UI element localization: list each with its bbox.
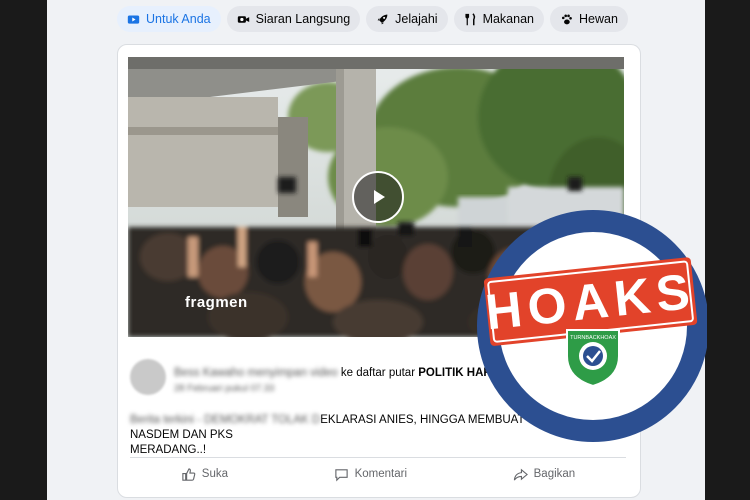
tab-makanan[interactable]: Makanan	[453, 6, 544, 32]
action-text-blurred: menyimpan video	[247, 367, 338, 379]
video-camera-icon	[237, 15, 249, 23]
comment-icon	[334, 468, 348, 481]
tab-label: Siaran Langsung	[255, 12, 351, 26]
rocket-icon	[377, 14, 388, 24]
play-icon	[374, 190, 385, 204]
feed-tabs: Untuk Anda Siaran Langsung Jelajahi Maka…	[117, 6, 628, 34]
like-label: Suka	[201, 468, 229, 480]
tab-label: Jelajahi	[395, 12, 438, 26]
tab-hewan[interactable]: Hewan	[550, 6, 628, 32]
hoax-stamp: HOAKS TURNBACKHOAX	[477, 210, 707, 442]
utensils-icon	[464, 12, 475, 25]
tab-jelajahi[interactable]: Jelajahi	[366, 6, 448, 32]
screen-bezel-left	[0, 0, 47, 500]
paw-icon	[561, 14, 572, 24]
badge-text: TURNBACKHOAX	[570, 335, 616, 341]
comment-label: Komentari	[354, 468, 408, 480]
screen-bezel-right	[705, 0, 750, 500]
avatar[interactable]	[130, 359, 166, 395]
share-label: Bagikan	[533, 468, 576, 480]
post-date[interactable]: 28 Februari pukul 07.33	[174, 383, 274, 394]
tab-siaran-langsung[interactable]: Siaran Langsung	[226, 6, 361, 32]
comment-button[interactable]: Komentari	[334, 461, 407, 487]
share-button[interactable]: Bagikan	[513, 461, 576, 487]
play-button[interactable]	[352, 171, 404, 223]
thumbs-up-icon	[182, 467, 196, 481]
video-watermark: fragmen	[185, 294, 248, 311]
post-actions: Suka Komentari Bagikan	[128, 461, 628, 487]
caption-line2: MERADANG..!	[130, 444, 207, 456]
caption-blurred: Berita terkini - DEMOKRAT TOLAK D	[130, 414, 321, 426]
like-button[interactable]: Suka	[181, 461, 228, 487]
share-icon	[513, 468, 528, 480]
author-name[interactable]: Bess Kawaho	[174, 367, 244, 379]
divider	[130, 457, 626, 458]
tab-label: Hewan	[579, 12, 618, 26]
tab-label: Makanan	[482, 12, 534, 26]
play-icon	[127, 14, 140, 24]
action-text: ke daftar putar	[340, 367, 416, 379]
tab-untuk-anda[interactable]: Untuk Anda	[117, 6, 221, 32]
tab-label: Untuk Anda	[146, 12, 211, 26]
